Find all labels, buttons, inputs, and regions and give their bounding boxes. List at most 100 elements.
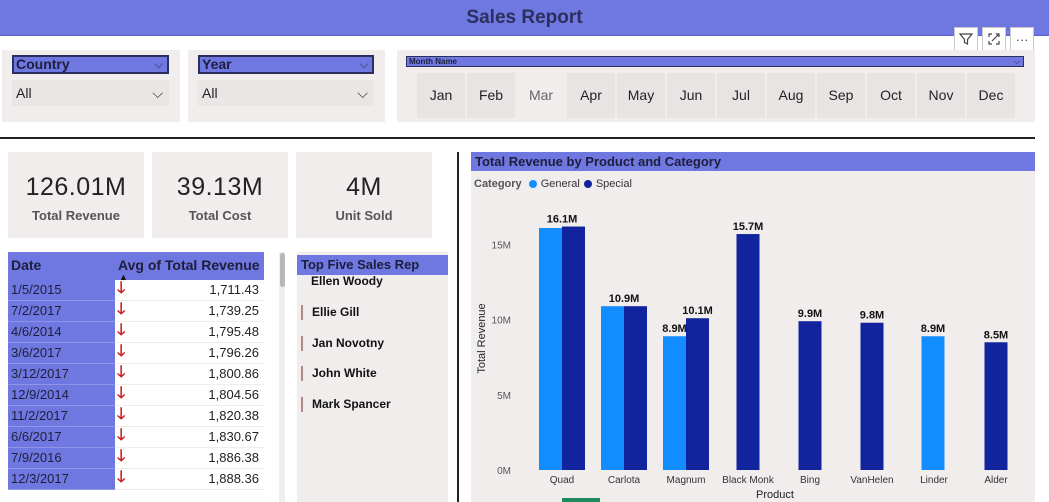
x-tick-label: Linder [920,475,948,486]
month-button-aug[interactable]: Aug [767,73,815,118]
data-label: 8.9M [921,323,945,335]
ellipsis-icon: ··· [1015,31,1029,47]
month-button-oct[interactable]: Oct [867,73,915,118]
table-row[interactable]: 12/3/2017 🡓 1,888.36 [8,469,264,490]
table-cell-date: 7/9/2016 [8,448,115,469]
bar-special [860,322,884,470]
report-title-bar: Sales Report [0,0,1049,36]
legend-swatch-special [583,180,592,188]
table-row[interactable]: 12/9/2014 🡓 1,804.56 [8,385,264,406]
data-label: 16.1M [547,214,578,226]
table-cell-date: 4/6/2014 [8,322,115,343]
arrow-down-icon: 🡓 [117,406,126,423]
month-button-jan[interactable]: Jan [417,73,465,118]
arrow-down-icon: 🡓 [117,322,126,339]
month-button-mar[interactable]: Mar [517,73,565,118]
table-row[interactable]: 6/6/2017 🡓 1,830.67 [8,427,264,448]
table-row[interactable]: 7/9/2016 🡓 1,886.38 [8,448,264,469]
table-cell-date: 12/9/2014 [8,385,115,406]
table-cell-value: 🡓 1,795.48 [115,322,264,343]
kpi-value: 39.13M [176,173,264,201]
legend-label-special[interactable]: Special [596,178,632,190]
kpi-value: 4M [346,173,382,201]
bar-special [562,226,585,470]
column-header-avg-revenue[interactable]: Avg of Total Revenue ▲ [115,252,264,282]
table-row[interactable]: 3/6/2017 🡓 1,796.26 [8,343,264,364]
month-button-apr[interactable]: Apr [567,73,615,118]
y-tick-label: 10M [492,316,511,327]
page-tab-indicator[interactable] [562,498,600,502]
month-button-sep[interactable]: Sep [817,73,865,118]
table-scrollbar-thumb[interactable] [280,253,285,287]
table-cell-value: 🡓 1,888.36 [115,469,264,490]
more-options-button[interactable]: ··· [1010,27,1034,51]
table-cell-value: 🡓 1,804.56 [115,385,264,406]
expand-icon [988,33,1000,45]
focus-mode-button[interactable] [982,27,1006,51]
x-tick-label: Alder [984,475,1008,486]
sales-rep-item[interactable]: Ellie Gill [301,305,359,320]
table-cell-value: 🡓 1,886.38 [115,448,264,469]
data-label: 15.7M [733,221,764,233]
y-tick-label: 0M [497,466,511,477]
month-button-jun[interactable]: Jun [667,73,715,118]
x-tick-label: Magnum [667,475,706,486]
bar-special [686,318,709,470]
month-button-dec[interactable]: Dec [967,73,1015,118]
sales-rep-item[interactable]: John White [301,366,377,381]
table-row[interactable]: 4/6/2014 🡓 1,795.48 [8,322,264,343]
revenue-by-date-table: Date Avg of Total Revenue ▲ 1/5/2015 🡓 1,… [8,252,264,502]
legend-swatch-general [528,180,537,188]
arrow-down-icon: 🡓 [117,385,126,402]
table-header-row: Date Avg of Total Revenue ▲ [8,252,264,282]
month-button-may[interactable]: May [617,73,665,118]
country-slicer-header[interactable]: Country ⌵ [12,55,169,74]
kpi-card-total-revenue[interactable]: 126.01M Total Revenue [8,152,144,238]
data-label: 9.9M [798,308,822,320]
arrow-down-icon: 🡓 [117,364,126,381]
x-tick-label: Carlota [608,475,641,486]
bar-special [984,342,1008,470]
y-tick-label: 15M [492,241,511,252]
column-header-date[interactable]: Date [8,252,115,280]
table-scrollbar[interactable] [279,252,285,502]
table-cell-value: 🡓 1,800.86 [115,364,264,385]
table-cell-value: 🡓 1,739.25 [115,301,264,322]
kpi-label: Unit Sold [335,208,393,223]
table-row[interactable]: 1/5/2015 🡓 1,711.43 [8,280,264,301]
sales-rep-item[interactable]: Jan Novotny [301,336,384,351]
kpi-card-total-cost[interactable]: 39.13M Total Cost [152,152,288,238]
arrow-down-icon: 🡓 [117,469,126,486]
arrow-down-icon: 🡓 [117,448,126,465]
legend-title: Category [474,178,522,190]
data-label: 9.8M [860,310,884,322]
country-dropdown[interactable]: All ⌵ [12,80,169,106]
country-slicer: Country ⌵ All ⌵ [2,50,180,122]
report-title: Sales Report [466,6,583,28]
month-button-nov[interactable]: Nov [917,73,965,118]
filter-button[interactable] [954,27,978,51]
legend-label-general[interactable]: General [541,178,580,190]
table-row[interactable]: 7/2/2017 🡓 1,739.25 [8,301,264,322]
month-slicer-header[interactable]: Month Name ⌵ [406,56,1024,67]
year-dropdown[interactable]: All ⌵ [198,80,374,106]
top-sales-rep-panel: Top Five Sales Rep Ellen Woody Ellie Gil… [297,252,448,502]
x-tick-label: Black Monk [722,475,775,486]
year-slicer: Year ⌵ All ⌵ [188,50,385,122]
sales-rep-item[interactable]: Ellen Woody [301,274,383,289]
month-button-feb[interactable]: Feb [467,73,515,118]
table-row[interactable]: 11/2/2017 🡓 1,820.38 [8,406,264,427]
table-row[interactable]: 3/12/2017 🡓 1,800.86 [8,364,264,385]
chart-title: Total Revenue by Product and Category [471,152,1035,171]
table-cell-value: 🡓 1,711.43 [115,280,264,301]
y-tick-label: 5M [497,391,511,402]
sales-rep-item[interactable]: Mark Spancer [301,397,391,412]
table-cell-date: 11/2/2017 [8,406,115,427]
chevron-down-icon: ⌵ [154,59,163,71]
table-cell-date: 1/5/2015 [8,280,115,301]
month-button-jul[interactable]: Jul [717,73,765,118]
kpi-card-unit-sold[interactable]: 4M Unit Sold [296,152,432,238]
x-tick-label: VanHelen [850,475,893,486]
bar-chart-canvas: 0M 5M 10M 15M Total Revenue Product 16.1M Quad 1… [476,214,1008,501]
year-slicer-header[interactable]: Year ⌵ [198,55,374,74]
